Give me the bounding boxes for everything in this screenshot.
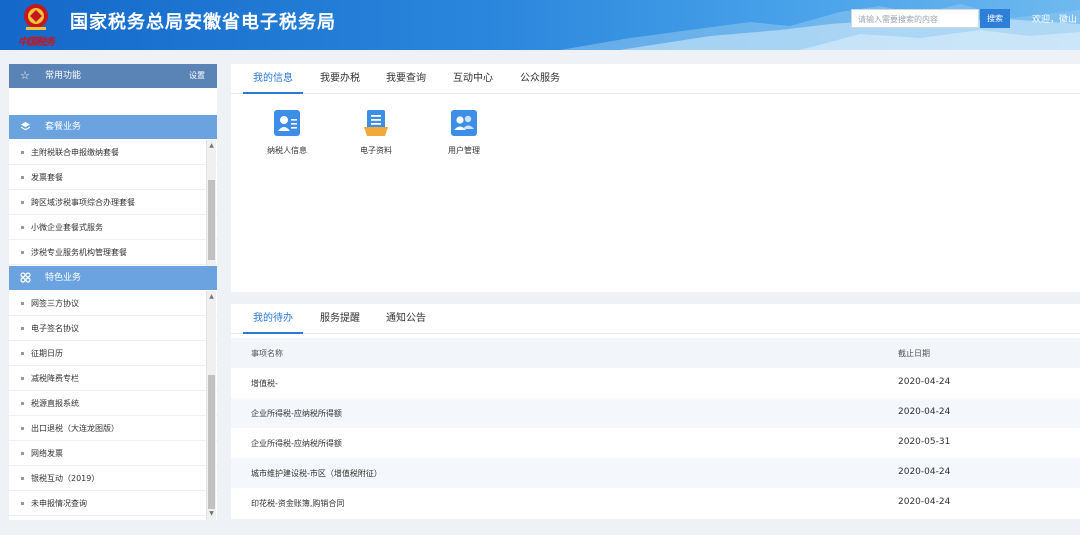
site-title: 国家税务总局安徽省电子税务局: [70, 12, 336, 33]
list-item[interactable]: 减税降费专栏: [9, 366, 217, 391]
tab-interaction[interactable]: 互动中心: [453, 64, 493, 94]
tab-my-info[interactable]: 我的信息: [243, 64, 303, 94]
table-row[interactable]: 增值税- 2020-04-24: [231, 368, 1080, 398]
emblem-text: 中国税务: [18, 37, 55, 48]
scrollbar-thumb[interactable]: [208, 375, 215, 509]
site-header: 中国税务 国家税务总局安徽省电子税务局 请输入需要搜索的内容 搜索 欢迎，徽山: [0, 0, 1080, 50]
user-management-icon: [451, 110, 477, 136]
scroll-down-icon[interactable]: ▼: [208, 510, 215, 517]
tab-notice[interactable]: 通知公告: [386, 304, 426, 334]
list-item[interactable]: 网签三方协议: [9, 291, 217, 316]
todo-date: 2020-04-24: [898, 497, 951, 507]
tile-electronic-documents[interactable]: 电子资料: [341, 110, 411, 156]
todo-panel: 我的待办 服务提醒 通知公告 事项名称 截止日期 增值税- 2020-04-24…: [231, 304, 1080, 519]
special-list: 网签三方协议 电子签名协议 征期日历 减税降费专栏 税源直报系统 出口退税（大连…: [9, 291, 217, 520]
top-tab-bar: 我的信息 我要办税 我要查询 互动中心 公众服务: [231, 64, 1080, 94]
tile-user-management[interactable]: 用户管理: [429, 110, 499, 156]
tile-label: 电子资料: [360, 146, 392, 155]
grid-icon: [20, 266, 31, 292]
column-header-date: 截止日期: [898, 349, 930, 358]
todo-name: 企业所得税-应纳税所得额: [251, 409, 342, 418]
tab-tax-service[interactable]: 我要办税: [320, 64, 360, 94]
list-item[interactable]: 征期日历: [9, 341, 217, 366]
list-item[interactable]: 出口退税（大连龙图版）: [9, 416, 217, 441]
table-row[interactable]: 企业所得税-应纳税所得额 2020-04-24: [231, 398, 1080, 428]
scroll-up-icon[interactable]: ▲: [208, 142, 215, 149]
search-button[interactable]: 搜索: [980, 9, 1010, 28]
list-item[interactable]: 涉税专业服务机构管理套餐: [9, 240, 217, 265]
tab-my-todo[interactable]: 我的待办: [243, 304, 303, 334]
sidebar-header-label: 套餐业务: [45, 122, 82, 132]
sidebar-header-label: 常用功能: [45, 71, 82, 81]
todo-date: 2020-04-24: [898, 377, 951, 387]
sidebar: ☆ 常用功能 设置 套餐业务 主附税联合申报缴纳套餐 发票套餐 跨区域涉税事项综…: [9, 64, 217, 520]
sidebar-header-special[interactable]: 特色业务: [9, 266, 217, 290]
star-icon: ☆: [20, 69, 30, 82]
todo-name: 企业所得税-应纳税所得额: [251, 439, 342, 448]
sidebar-header-label: 特色业务: [45, 273, 82, 283]
sidebar-header-common[interactable]: ☆ 常用功能 设置: [9, 64, 217, 88]
list-item[interactable]: 银税互动（2019）: [9, 466, 217, 491]
list-item[interactable]: 网络发票: [9, 441, 217, 466]
my-info-panel: 我的信息 我要办税 我要查询 互动中心 公众服务 纳税人信息 电子资料 用户管理: [231, 64, 1080, 292]
settings-link[interactable]: 设置: [189, 64, 205, 88]
electronic-documents-icon: [364, 110, 388, 136]
table-row[interactable]: 企业所得税-应纳税所得额 2020-05-31: [231, 428, 1080, 458]
table-row[interactable]: 印花税-资金账簿,购销合同 2020-04-24: [231, 488, 1080, 518]
combo-scrollbar[interactable]: ▲: [206, 140, 216, 266]
todo-date: 2020-04-24: [898, 407, 951, 417]
scroll-up-icon[interactable]: ▲: [208, 293, 215, 300]
list-item[interactable]: 税源直报系统: [9, 391, 217, 416]
list-item[interactable]: 小微企业套餐式服务: [9, 215, 217, 240]
list-item[interactable]: 主附税联合申报缴纳套餐: [9, 140, 217, 165]
list-item[interactable]: 跨区域涉税事项综合办理套餐: [9, 190, 217, 215]
table-row[interactable]: 城市维护建设税-市区（增值税附征） 2020-04-24: [231, 458, 1080, 488]
scrollbar-thumb[interactable]: [208, 180, 215, 260]
todo-date: 2020-05-31: [898, 437, 951, 447]
todo-date: 2020-04-24: [898, 467, 951, 477]
combo-list: 主附税联合申报缴纳套餐 发票套餐 跨区域涉税事项综合办理套餐 小微企业套餐式服务…: [9, 140, 217, 266]
todo-name: 增值税-: [251, 379, 278, 388]
list-item[interactable]: 发票套餐: [9, 165, 217, 190]
list-item[interactable]: 未申报情况查询: [9, 491, 217, 516]
tile-taxpayer-info[interactable]: 纳税人信息: [252, 110, 322, 156]
tile-label: 用户管理: [448, 146, 480, 155]
welcome-text: 欢迎，徽山: [1032, 15, 1078, 25]
tab-query[interactable]: 我要查询: [386, 64, 426, 94]
tax-emblem-icon: [24, 4, 48, 30]
todo-name: 印花税-资金账簿,购销合同: [251, 499, 345, 508]
tab-public-service[interactable]: 公众服务: [520, 64, 560, 94]
taxpayer-info-icon: [274, 110, 300, 136]
bottom-tab-bar: 我的待办 服务提醒 通知公告: [231, 304, 1080, 334]
special-scrollbar[interactable]: ▲ ▼: [206, 291, 216, 520]
table-header: 事项名称 截止日期: [231, 338, 1080, 368]
layers-icon: [20, 115, 31, 141]
tile-label: 纳税人信息: [267, 146, 307, 155]
column-header-name: 事项名称: [251, 349, 283, 358]
search-input[interactable]: 请输入需要搜索的内容: [851, 9, 979, 28]
todo-name: 城市维护建设税-市区（增值税附征）: [251, 469, 382, 478]
list-item[interactable]: 电子签名协议: [9, 316, 217, 341]
sidebar-header-combo[interactable]: 套餐业务: [9, 115, 217, 139]
tab-service-reminder[interactable]: 服务提醒: [320, 304, 360, 334]
